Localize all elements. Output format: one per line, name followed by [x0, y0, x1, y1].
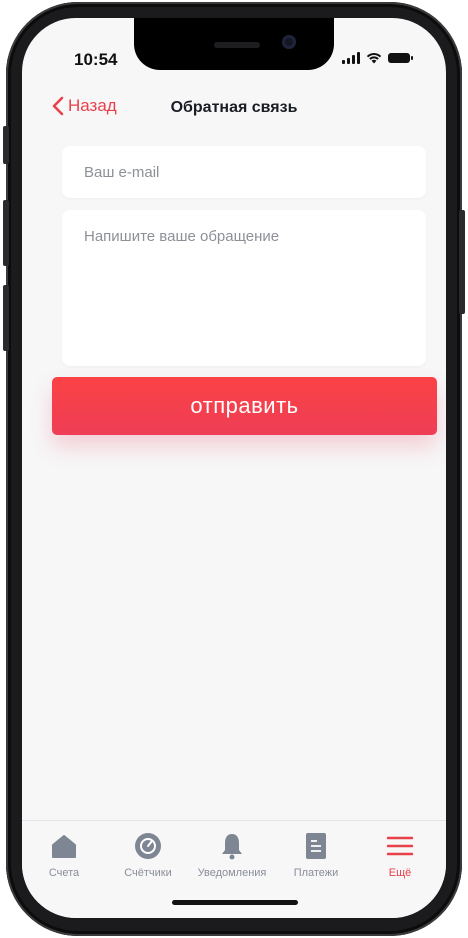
tab-label: Платежи: [293, 867, 339, 879]
home-indicator: [172, 900, 298, 905]
submit-button[interactable]: отправить: [52, 377, 437, 435]
tab-label: Счётчики: [124, 867, 172, 879]
tab-accounts[interactable]: Счета: [22, 831, 106, 879]
front-camera: [282, 35, 296, 49]
volume-down-button: [3, 285, 9, 351]
status-time: 10:54: [74, 50, 118, 69]
message-field[interactable]: [62, 210, 426, 366]
tab-notifications[interactable]: Уведомления: [190, 831, 274, 879]
tab-payments[interactable]: Платежи: [274, 831, 358, 879]
tab-label: Счета: [48, 867, 80, 879]
document-icon: [301, 831, 331, 861]
bell-icon: [217, 831, 247, 861]
power-button: [459, 210, 465, 314]
email-field[interactable]: [62, 146, 426, 198]
gauge-icon: [133, 831, 163, 861]
tab-label: Уведомления: [197, 867, 267, 879]
tab-meters[interactable]: Счётчики: [106, 831, 190, 879]
menu-icon: [385, 831, 415, 861]
battery-icon: [388, 53, 413, 63]
home-icon: [49, 831, 79, 861]
tab-label: Ещё: [388, 867, 412, 879]
page-title: Обратная связь: [170, 99, 298, 116]
speaker-grille: [214, 42, 260, 48]
notch: [134, 18, 334, 70]
tab-more[interactable]: Ещё: [358, 831, 442, 879]
signal-icon: [342, 52, 360, 64]
volume-up-button: [3, 200, 9, 266]
status-icons: [342, 52, 413, 64]
wifi-icon: [366, 53, 382, 64]
phone-screen: 10:54 Назад Обратная связь отправить Сче…: [22, 18, 446, 918]
silent-switch: [3, 126, 9, 164]
